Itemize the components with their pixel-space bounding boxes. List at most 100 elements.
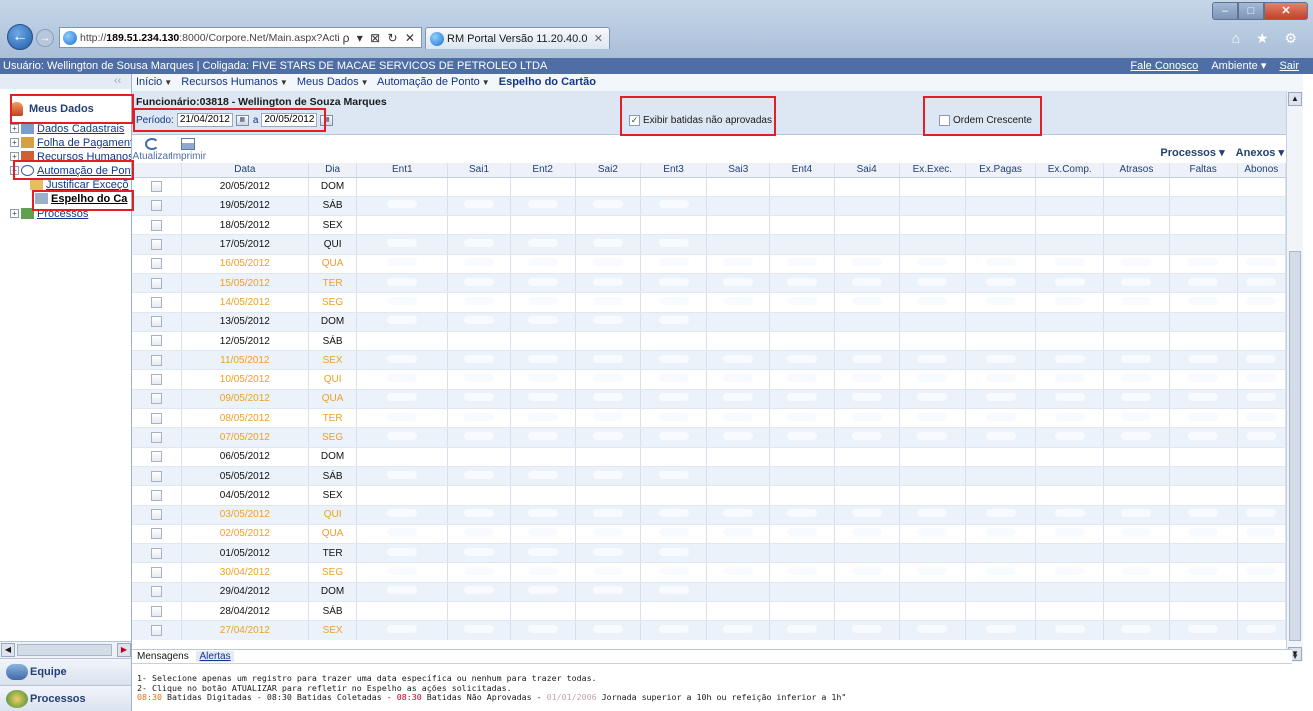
row-select-cell[interactable] [132, 524, 182, 545]
sidebar-item-label[interactable]: Processos [37, 208, 88, 220]
row-select-cell[interactable] [132, 254, 182, 274]
row-select-cell[interactable] [132, 447, 182, 467]
breadcrumb-rh[interactable]: Recursos Humanos [181, 76, 278, 88]
row-checkbox[interactable] [150, 567, 162, 579]
exibir-nao-aprovadas[interactable]: ✓ Exibir batidas não aprovadas [629, 115, 772, 126]
sidebar-hscrollbar[interactable]: ◀ ▶ [0, 641, 131, 658]
sidebar-header[interactable]: Meus Dados [4, 94, 130, 124]
maximize-button[interactable]: □ [1238, 2, 1264, 20]
column-header[interactable]: Atrasos [1103, 163, 1170, 178]
row-checkbox[interactable] [150, 489, 162, 501]
sidebar-item-espelho[interactable]: Espelho do Ca [35, 192, 127, 205]
row-select-cell[interactable] [132, 331, 182, 352]
column-header[interactable]: Ent3 [640, 163, 708, 178]
sidebar-item-justificar[interactable]: Justificar Exceçõ [30, 178, 129, 191]
column-header[interactable]: Dia [308, 163, 358, 178]
column-header[interactable]: Sai3 [706, 163, 771, 178]
table-row[interactable]: 14/05/2012 SEG [132, 292, 1286, 313]
row-select-cell[interactable] [132, 582, 182, 603]
table-row[interactable]: 13/05/2012 DOM [132, 312, 1286, 332]
sidebar-panel-processos[interactable]: Processos [0, 685, 131, 711]
row-checkbox[interactable] [150, 219, 162, 231]
checkbox-checked-icon[interactable]: ✓ [629, 115, 640, 126]
column-header[interactable]: Sai4 [834, 163, 900, 178]
column-header[interactable]: Ex.Comp. [1035, 163, 1105, 178]
table-row[interactable]: 02/05/2012 QUA [132, 524, 1286, 545]
scroll-right-icon[interactable]: ▶ [117, 643, 131, 657]
scroll-thumb[interactable] [17, 644, 112, 656]
row-checkbox[interactable] [150, 605, 162, 617]
row-checkbox[interactable] [150, 470, 162, 482]
table-row[interactable]: 03/05/2012 QUI [132, 505, 1286, 525]
table-row[interactable]: 19/05/2012 SÁB [132, 196, 1286, 217]
table-row[interactable]: 09/05/2012 QUA [132, 389, 1286, 410]
sidebar-item-label[interactable]: Dados Cadastrais [37, 123, 124, 135]
row-checkbox[interactable] [150, 181, 162, 193]
browser-toolbar-icons[interactable]: ⌂ ★ ⚙ [1232, 30, 1303, 47]
row-checkbox[interactable] [150, 451, 162, 463]
minimize-button[interactable]: – [1212, 2, 1238, 20]
table-row[interactable]: 10/05/2012 QUI [132, 369, 1286, 390]
column-header[interactable]: Abonos [1237, 163, 1286, 178]
table-row[interactable]: 18/05/2012 SEX [132, 215, 1286, 236]
sidebar-item-processos[interactable]: + Processos [10, 207, 88, 220]
row-checkbox[interactable] [150, 528, 162, 540]
table-row[interactable]: 11/05/2012 SEX [132, 350, 1286, 371]
row-select-cell[interactable] [132, 620, 182, 640]
row-select-cell[interactable] [132, 312, 182, 332]
row-select-cell[interactable] [132, 485, 182, 506]
sidebar-item-folha[interactable]: + Folha de Pagament [10, 136, 131, 149]
row-checkbox[interactable] [150, 354, 162, 366]
fale-conosco-link[interactable]: Fale Conosco [1130, 60, 1198, 72]
address-actions[interactable]: ρ ▾ ⊠ ↻ ✕ [339, 31, 421, 45]
column-header[interactable]: Sai1 [447, 163, 511, 178]
column-header[interactable] [132, 163, 182, 178]
row-select-cell[interactable] [132, 505, 182, 525]
column-header[interactable]: Ent1 [356, 163, 449, 178]
column-header[interactable]: Data [181, 163, 310, 178]
date-from-input[interactable]: 21/04/2012 [176, 113, 233, 127]
table-row[interactable]: 30/04/2012 SEG [132, 562, 1286, 583]
column-header[interactable]: Ex.Pagas [965, 163, 1037, 178]
imprimir-button[interactable]: Imprimir [168, 138, 208, 162]
collapse-icon[interactable]: − [10, 166, 19, 175]
sidebar-item-label[interactable]: Automação de Pont [37, 165, 131, 177]
expand-icon[interactable]: + [10, 152, 19, 161]
close-window-button[interactable]: ✕ [1264, 2, 1308, 20]
sidebar-item-label[interactable]: Recursos Humanos [37, 151, 131, 163]
tab-alertas[interactable]: Alertas [196, 651, 234, 662]
panel-dropdown-icon[interactable]: ▼ [1291, 650, 1299, 664]
sair-link[interactable]: Sair [1279, 60, 1299, 72]
expand-icon[interactable]: + [10, 209, 19, 218]
row-checkbox[interactable] [150, 547, 162, 559]
breadcrumb-meus-dados[interactable]: Meus Dados [297, 76, 359, 88]
row-select-cell[interactable] [132, 350, 182, 371]
row-select-cell[interactable] [132, 601, 182, 622]
back-button[interactable]: ← [7, 24, 33, 50]
anexos-menu[interactable]: Anexos ▾ [1236, 147, 1284, 159]
row-checkbox[interactable] [150, 277, 162, 289]
row-select-cell[interactable] [132, 466, 182, 487]
breadcrumb-automacao[interactable]: Automação de Ponto [377, 76, 480, 88]
table-row[interactable]: 06/05/2012 DOM [132, 447, 1286, 467]
table-row[interactable]: 07/05/2012 SEG [132, 427, 1286, 448]
row-checkbox[interactable] [150, 258, 162, 270]
row-checkbox[interactable] [150, 200, 162, 212]
row-checkbox[interactable] [150, 509, 162, 521]
tab-close-icon[interactable]: ✕ [594, 32, 603, 45]
sidebar-item-label[interactable]: Folha de Pagament [37, 137, 131, 149]
table-row[interactable]: 28/04/2012 SÁB [132, 601, 1286, 622]
row-checkbox[interactable] [150, 238, 162, 250]
breadcrumb-inicio[interactable]: Início [136, 76, 162, 88]
table-row[interactable]: 16/05/2012 QUA [132, 254, 1286, 274]
row-checkbox[interactable] [150, 393, 162, 405]
column-header[interactable]: Faltas [1169, 163, 1238, 178]
row-select-cell[interactable] [132, 389, 182, 410]
table-row[interactable]: 08/05/2012 TER [132, 408, 1286, 429]
table-row[interactable]: 29/04/2012 DOM [132, 582, 1286, 603]
browser-tab[interactable]: RM Portal Versão 11.20.40.0 ✕ [425, 27, 610, 49]
expand-icon[interactable]: + [10, 138, 19, 147]
row-select-cell[interactable] [132, 408, 182, 429]
row-checkbox[interactable] [150, 335, 162, 347]
scroll-thumb[interactable] [1289, 251, 1301, 641]
